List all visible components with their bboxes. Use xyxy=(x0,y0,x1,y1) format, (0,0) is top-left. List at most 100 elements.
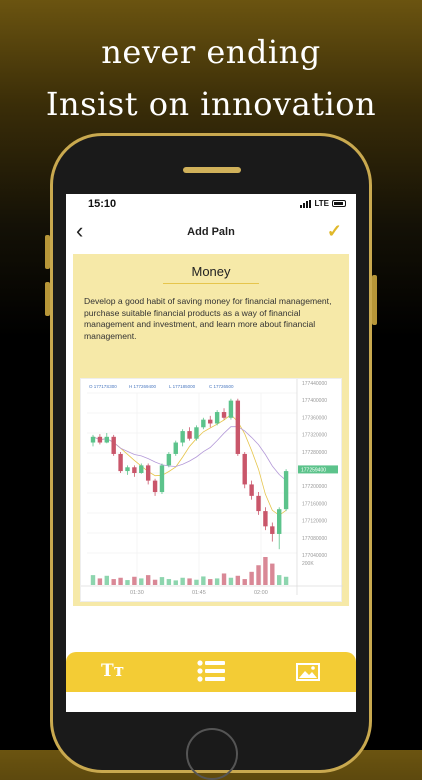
candle-body xyxy=(256,495,261,512)
time-tick-label: 01:45 xyxy=(192,590,206,596)
candle-body xyxy=(139,465,144,473)
volume-bar xyxy=(221,573,227,585)
candle-body xyxy=(228,400,234,418)
volume-bar xyxy=(201,576,206,585)
candle-body xyxy=(263,511,268,527)
volume-bar xyxy=(118,577,123,585)
volume-up-button xyxy=(45,235,50,269)
volume-bar xyxy=(90,575,96,585)
app-screen: 15:10 LTE ‹ Add Paln ✓ Money Develop a g… xyxy=(66,194,356,712)
volume-bar xyxy=(208,579,213,585)
volume-bar xyxy=(194,579,199,585)
volume-bar xyxy=(166,579,172,585)
plan-card: Money Develop a good habit of saving mon… xyxy=(73,254,349,606)
volume-label: 200K xyxy=(302,561,314,567)
price-tick-label: 177400000 xyxy=(302,398,327,404)
volume-bar xyxy=(97,578,103,585)
headline-line2: Insist on innovation xyxy=(45,85,377,123)
plan-description[interactable]: Develop a good habit of saving money for… xyxy=(84,296,340,342)
headline-line1: never ending xyxy=(101,33,321,71)
candle-body xyxy=(221,412,227,418)
volume-bar xyxy=(256,565,261,585)
legend-label: C 17726500 xyxy=(209,384,234,389)
battery-icon xyxy=(332,200,346,207)
volume-bar xyxy=(228,577,234,585)
volume-bar xyxy=(235,575,241,585)
candle-body xyxy=(152,480,158,493)
bottom-area xyxy=(66,692,356,712)
confirm-check-icon[interactable]: ✓ xyxy=(327,221,342,242)
plan-title[interactable]: Money xyxy=(163,264,259,284)
page-title: Add Paln xyxy=(187,226,235,238)
candle-body xyxy=(249,484,254,496)
navigation-bar: ‹ Add Paln ✓ xyxy=(66,216,356,250)
volume-bar xyxy=(180,577,185,585)
candle-body xyxy=(111,436,116,454)
home-button xyxy=(186,728,238,780)
volume-bar xyxy=(242,579,247,585)
network-label: LTE xyxy=(314,199,329,208)
volume-bar xyxy=(173,580,178,585)
volume-bar xyxy=(125,580,130,585)
image-icon[interactable] xyxy=(296,663,320,686)
volume-bar xyxy=(249,571,254,585)
price-tick-label: 177080000 xyxy=(302,536,327,542)
candle-body xyxy=(208,419,213,424)
power-button xyxy=(372,275,377,325)
volume-bar xyxy=(187,578,192,585)
candle-body xyxy=(180,431,185,443)
candle-body xyxy=(283,471,289,510)
volume-down-button xyxy=(45,282,50,316)
volume-bar xyxy=(263,557,268,585)
candle-body xyxy=(270,526,275,534)
candle-body xyxy=(145,465,151,481)
volume-bar xyxy=(283,576,289,585)
candle-body xyxy=(159,465,165,493)
candle-body xyxy=(187,431,192,439)
volume-bar xyxy=(152,579,158,585)
status-indicators: LTE xyxy=(300,199,346,208)
candle-body xyxy=(201,419,206,428)
candle-body xyxy=(125,467,130,472)
price-chart-image: O 17717S300 H 177269400 L 177185000 C 17726… xyxy=(80,378,343,602)
candle-body xyxy=(132,467,137,473)
list-icon[interactable] xyxy=(197,660,225,687)
signal-icon xyxy=(300,199,312,208)
price-tick-label: 177040000 xyxy=(302,553,327,559)
text-format-icon[interactable]: Tт xyxy=(101,661,124,681)
candlestick-chart: O 17717S300 H 177269400 L 177185000 C 17726… xyxy=(81,379,343,596)
candle-body xyxy=(90,436,96,443)
legend-label: H 177269400 xyxy=(129,384,157,389)
candle-body xyxy=(214,412,220,424)
price-tick-label: 177440000 xyxy=(302,381,327,387)
editor-toolbar: Tт xyxy=(66,652,356,692)
price-tick-label: 177320000 xyxy=(302,433,327,439)
candle-body xyxy=(97,436,103,443)
candle-body xyxy=(242,453,247,485)
candle-body xyxy=(277,509,282,534)
volume-bar xyxy=(132,576,137,585)
candle-body xyxy=(118,453,123,472)
volume-bar xyxy=(145,575,151,585)
volume-bar xyxy=(270,563,275,585)
candle-body xyxy=(194,427,199,439)
volume-bar xyxy=(159,577,165,585)
legend-label: L 177185000 xyxy=(169,384,196,389)
candle-body xyxy=(173,442,178,454)
price-tick-label: 177120000 xyxy=(302,519,327,525)
volume-bar xyxy=(277,575,282,585)
time-tick-label: 02:00 xyxy=(254,590,268,596)
price-tick-label: 177200000 xyxy=(302,484,327,490)
volume-bar xyxy=(214,578,220,585)
price-tick-label: 177280000 xyxy=(302,450,327,456)
volume-bar xyxy=(111,579,116,585)
price-tick-label: 177160000 xyxy=(302,501,327,507)
volume-bar xyxy=(104,575,109,585)
price-tick-label: 177360000 xyxy=(302,415,327,421)
headline: never ending Insist on innovation xyxy=(0,26,422,130)
current-price-label: 177259400 xyxy=(301,467,326,473)
volume-bar xyxy=(139,578,144,585)
status-bar: 15:10 LTE xyxy=(66,194,356,216)
status-time: 15:10 xyxy=(88,198,117,210)
phone-speaker xyxy=(183,167,241,173)
